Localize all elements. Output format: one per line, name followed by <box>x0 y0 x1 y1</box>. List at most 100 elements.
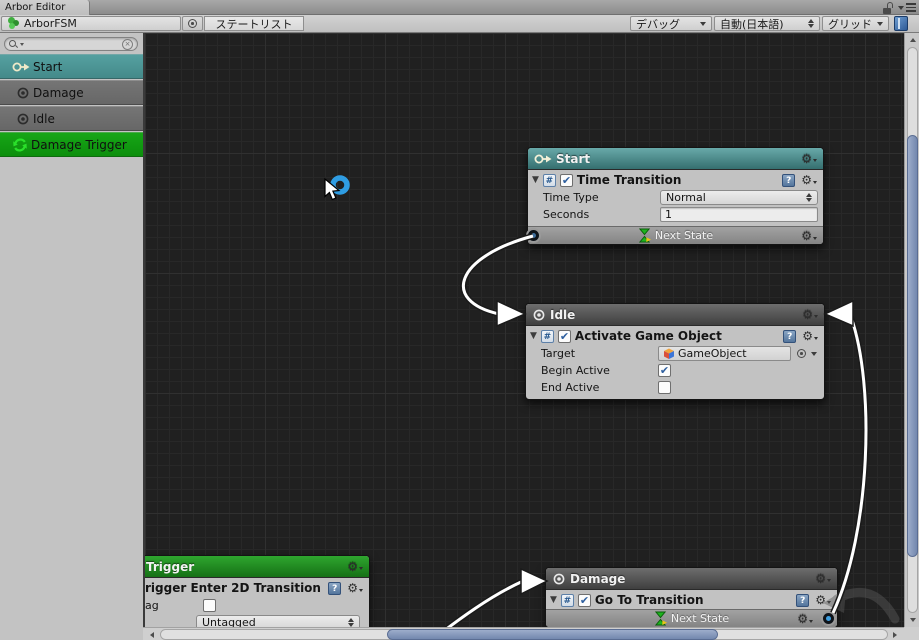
horizontal-scroll-thumb[interactable] <box>387 629 718 640</box>
help-icon[interactable]: ? <box>328 582 341 595</box>
behavior-header[interactable]: ▼ # ✔ Activate Game Object ? ⚙ <box>526 326 824 345</box>
help-icon[interactable]: ? <box>783 330 796 343</box>
search-icon <box>9 39 19 49</box>
sidebar-item-label: Damage Trigger <box>31 138 127 152</box>
mouse-cursor <box>325 179 339 200</box>
lock-icon[interactable] <box>883 2 893 14</box>
node-title: Start <box>556 152 590 166</box>
object-picker-icon[interactable] <box>797 349 806 358</box>
gear-icon[interactable]: ⚙ <box>802 309 818 321</box>
scrollbar-corner <box>904 627 919 640</box>
node-damage[interactable]: Damage ⚙ ▼ # ✔ Go To Transition ? ⚙ Next… <box>545 567 838 628</box>
manual-button[interactable] <box>892 16 910 31</box>
behavior-title: Activate Game Object <box>575 329 722 343</box>
foldout-icon[interactable]: ▼ <box>532 176 539 185</box>
gear-icon[interactable]: ⚙ <box>801 174 817 186</box>
node-idle-header[interactable]: Idle ⚙ <box>526 304 824 326</box>
language-dropdown[interactable]: 自動(日本語) <box>714 16 820 31</box>
select-graph-button[interactable] <box>182 16 203 31</box>
vertical-scroll-thumb[interactable] <box>907 135 918 557</box>
transition-port[interactable] <box>821 611 836 626</box>
hourglass-icon <box>638 228 651 243</box>
behavior-enabled-checkbox[interactable]: ✔ <box>578 594 591 607</box>
resident-state-icon <box>12 137 28 153</box>
gear-icon[interactable]: ⚙ <box>815 594 831 606</box>
node-damage-header[interactable]: Damage ⚙ <box>546 568 837 590</box>
chevron-down-icon[interactable] <box>811 352 817 356</box>
gear-icon[interactable]: ⚙ <box>347 582 363 594</box>
window-tab-label: Arbor Editor <box>5 2 65 13</box>
behavior-header[interactable]: ▼ # ✔ Time Transition ? ⚙ <box>528 170 823 189</box>
scroll-up-button[interactable] <box>905 33 919 47</box>
graph-selector-dropdown[interactable]: ArborFSM <box>1 16 181 31</box>
behavior-header[interactable]: ▼ # ✔ Go To Transition ? ⚙ <box>546 590 837 609</box>
horizontal-scrollbar[interactable] <box>143 627 904 640</box>
help-icon[interactable]: ? <box>796 594 809 607</box>
grid-dropdown-label: グリッド <box>828 16 872 32</box>
node-start[interactable]: Start ⚙ ▼ # ✔ Time Transition ? ⚙ Time T… <box>527 147 824 245</box>
foldout-icon[interactable]: ▼ <box>530 332 537 341</box>
search-input[interactable]: × <box>4 37 138 51</box>
state-icon <box>16 86 30 100</box>
debug-dropdown-label: デバッグ <box>636 16 680 32</box>
gameobject-cube-icon <box>663 348 675 360</box>
node-start-header[interactable]: Start ⚙ <box>528 148 823 170</box>
help-icon[interactable]: ? <box>782 174 795 187</box>
start-state-icon <box>534 153 552 165</box>
node-damage-trigger-header[interactable]: Trigger ⚙ <box>143 556 369 578</box>
book-icon <box>894 16 908 31</box>
behavior-header[interactable]: rigger Enter 2D Transition ? ⚙ <box>143 578 369 597</box>
language-dropdown-label: 自動(日本語) <box>720 16 784 32</box>
gear-icon[interactable]: ⚙ <box>815 573 831 585</box>
arrow-left-icon <box>150 632 154 638</box>
arbor-editor-window: Arbor Editor ArborFSM ステートリスト デバッグ 自動(日本… <box>0 0 919 640</box>
scroll-left-button[interactable] <box>145 628 159 640</box>
sidebar-item-label: Damage <box>33 86 84 100</box>
begin-active-checkbox[interactable]: ✔ <box>658 364 671 377</box>
tab-state-list[interactable]: ステートリスト <box>204 16 304 31</box>
sidebar-item-damage[interactable]: Damage <box>0 80 143 105</box>
gear-icon[interactable]: ⚙ <box>797 613 813 625</box>
graph-canvas[interactable]: Start ⚙ ▼ # ✔ Time Transition ? ⚙ Time T… <box>143 33 919 640</box>
window-menu-icon[interactable] <box>898 3 916 12</box>
gear-icon[interactable]: ⚙ <box>801 230 817 242</box>
graph-selector-label: ArborFSM <box>24 17 77 30</box>
foldout-icon[interactable]: ▼ <box>550 596 557 605</box>
next-state-bar[interactable]: Next State ⚙ <box>546 609 837 627</box>
sidebar-item-damage-trigger[interactable]: Damage Trigger <box>0 132 143 157</box>
script-icon: # <box>541 330 554 343</box>
time-type-popup[interactable]: Normal <box>660 190 818 205</box>
search-filter-chevron-icon[interactable] <box>20 43 24 46</box>
transition-port[interactable] <box>526 228 541 243</box>
tag-override-checkbox[interactable] <box>203 599 216 612</box>
behavior-enabled-checkbox[interactable]: ✔ <box>558 330 571 343</box>
node-idle[interactable]: Idle ⚙ ▼ # ✔ Activate Game Object ? ⚙ Ta… <box>525 303 825 400</box>
field-label: ag <box>145 599 203 612</box>
gear-icon[interactable]: ⚙ <box>802 330 818 342</box>
sidebar-item-label: Start <box>33 60 62 74</box>
next-state-bar[interactable]: Next State ⚙ <box>528 226 823 244</box>
end-active-checkbox[interactable] <box>658 381 671 394</box>
gear-icon[interactable]: ⚙ <box>347 561 363 573</box>
gear-icon[interactable]: ⚙ <box>801 153 817 165</box>
grid-dropdown[interactable]: グリッド <box>822 16 889 31</box>
sidebar-item-start[interactable]: Start <box>0 54 143 79</box>
seconds-input[interactable]: 1 <box>660 207 818 222</box>
debug-dropdown[interactable]: デバッグ <box>630 16 712 31</box>
target-object-field[interactable]: GameObject <box>658 346 791 361</box>
field-label: Seconds <box>543 208 660 221</box>
window-tab[interactable]: Arbor Editor <box>0 0 90 15</box>
scroll-right-button[interactable] <box>888 628 902 640</box>
sidebar-item-label: Idle <box>33 112 55 126</box>
next-state-label: Next State <box>671 612 729 625</box>
sidebar-item-idle[interactable]: Idle <box>0 106 143 131</box>
script-icon: # <box>543 174 556 187</box>
vertical-scrollbar[interactable] <box>904 33 919 627</box>
arrow-down-icon <box>910 618 916 622</box>
arbor-logo-icon <box>7 17 20 30</box>
behavior-enabled-checkbox[interactable]: ✔ <box>560 174 573 187</box>
search-clear-icon[interactable]: × <box>122 39 133 50</box>
window-titlebar: Arbor Editor <box>0 0 919 15</box>
behavior-title: rigger Enter 2D Transition <box>145 581 321 595</box>
scroll-down-button[interactable] <box>905 613 919 627</box>
